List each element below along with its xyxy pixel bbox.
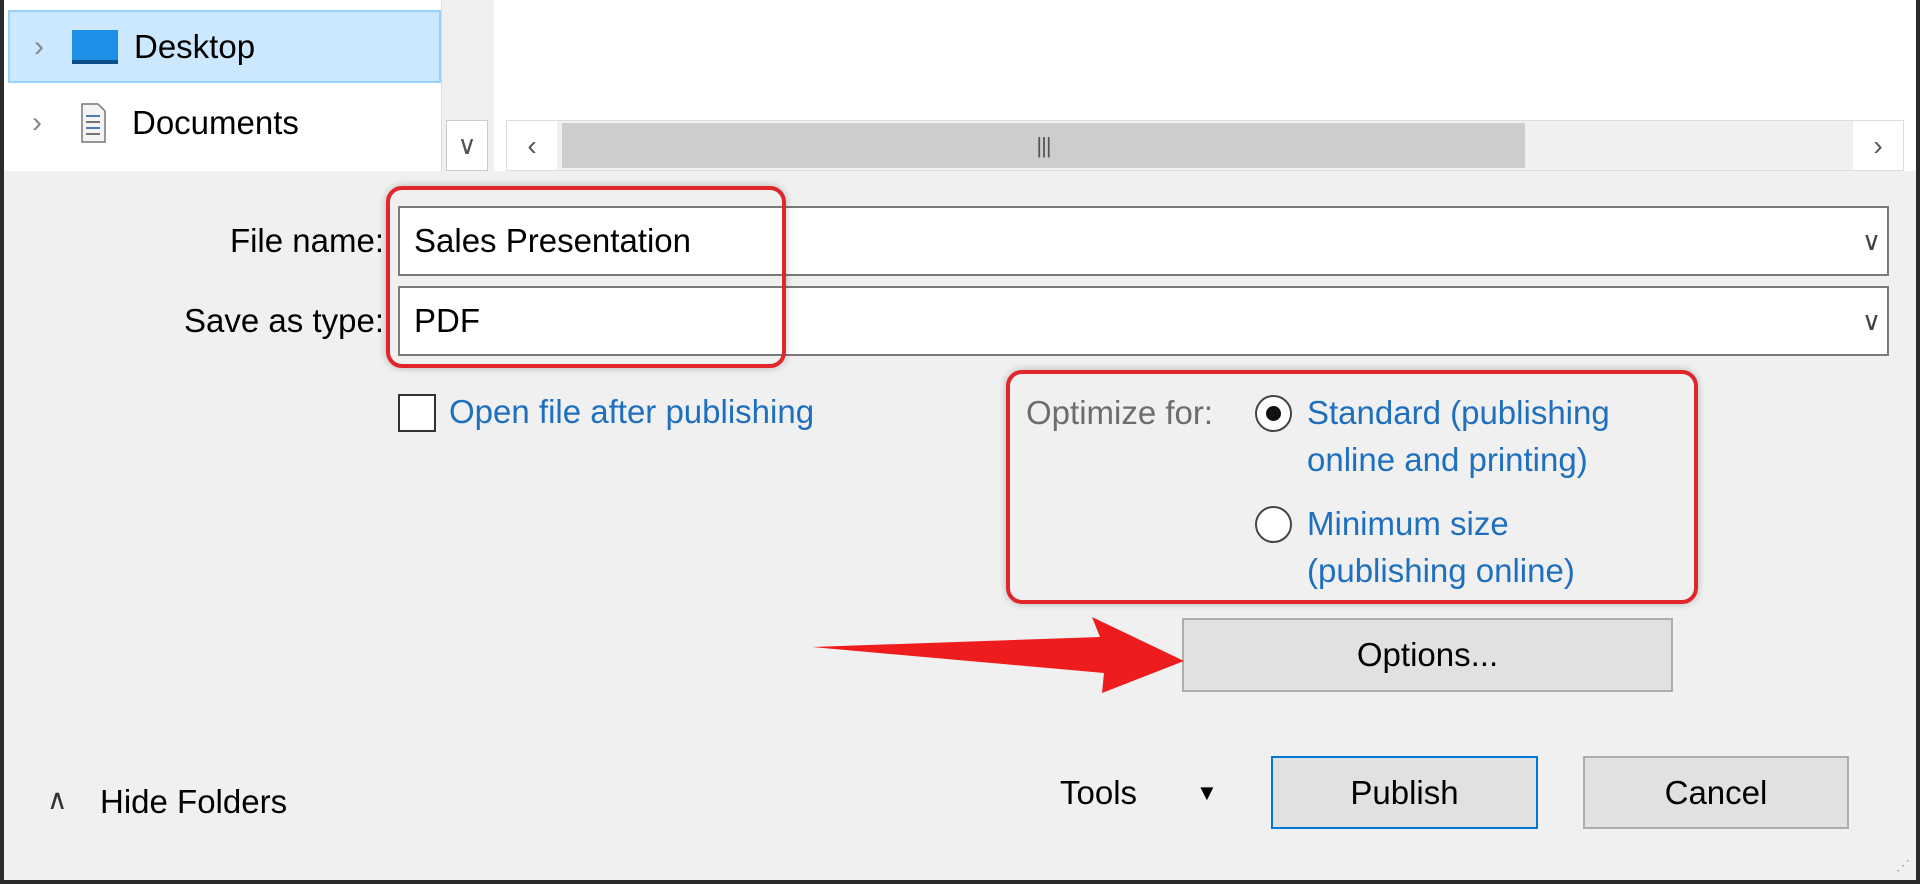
nav-item-label: Desktop (134, 27, 256, 65)
resize-grip-icon[interactable]: ⋰ (1896, 857, 1910, 874)
file-list-pane: ‹ ||| › (494, 0, 1916, 171)
cancel-button[interactable]: Cancel (1583, 756, 1849, 829)
open-after-checkbox[interactable] (398, 394, 436, 432)
chevron-right-icon[interactable]: › (14, 30, 64, 64)
chevron-down-icon[interactable]: ∨ (1862, 208, 1881, 274)
dropdown-triangle-icon[interactable]: ▼ (1196, 780, 1218, 806)
file-name-label: File name: (229, 222, 384, 259)
tools-menu[interactable]: Tools (1060, 774, 1137, 812)
annotation-highlight (386, 186, 786, 368)
chevron-up-icon[interactable]: ∧ (47, 783, 68, 816)
nav-item-documents[interactable]: › Documents (8, 86, 441, 159)
open-after-label[interactable]: Open file after publishing (449, 388, 814, 435)
option-standard-label[interactable]: Standard (publishing online and printing… (1307, 389, 1610, 483)
radio-standard[interactable] (1255, 395, 1292, 432)
option-line: Standard (publishing (1307, 394, 1610, 431)
scroll-left-icon[interactable]: ‹ (507, 121, 557, 170)
optimize-label: Optimize for: (1026, 394, 1214, 431)
scroll-down-icon[interactable]: ∨ (446, 120, 488, 171)
horizontal-scrollbar[interactable]: ‹ ||| › (506, 120, 1904, 171)
publish-dialog: › Desktop › Documents ∨ ‹ ||| › File nam… (4, 0, 1916, 880)
documents-icon (81, 102, 106, 143)
scrollbar-thumb[interactable]: ||| (562, 123, 1525, 168)
nav-item-desktop[interactable]: › Desktop (8, 10, 441, 83)
radio-minimum-size[interactable] (1255, 506, 1292, 543)
nav-item-label: Documents (132, 103, 299, 141)
hide-folders-button[interactable]: Hide Folders (100, 783, 287, 821)
publish-button[interactable]: Publish (1271, 756, 1538, 829)
chevron-down-icon[interactable]: ∨ (1862, 288, 1881, 354)
scroll-right-icon[interactable]: › (1853, 121, 1903, 170)
options-button[interactable]: Options... (1182, 618, 1673, 692)
desktop-icon (72, 29, 118, 64)
chevron-right-icon[interactable]: › (12, 106, 62, 140)
option-minimum-label[interactable]: Minimum size (publishing online) (1307, 500, 1575, 594)
option-line: (publishing online) (1307, 552, 1575, 589)
option-line: Minimum size (1307, 505, 1509, 542)
save-as-type-label: Save as type: (184, 302, 384, 339)
navigation-pane: › Desktop › Documents (4, 0, 441, 171)
annotation-arrow-icon (812, 617, 1184, 693)
option-line: online and printing) (1307, 441, 1588, 478)
nav-vertical-scrollbar[interactable]: ∨ (441, 0, 490, 171)
